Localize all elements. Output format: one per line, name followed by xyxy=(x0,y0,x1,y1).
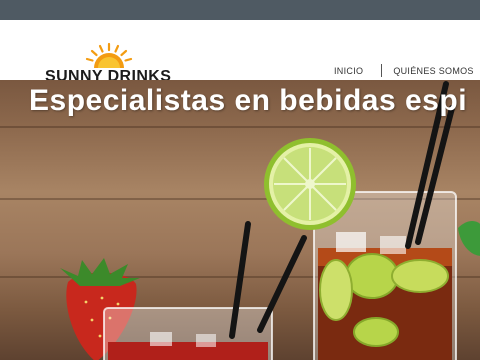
hero-drinks-illustration xyxy=(60,81,480,360)
sun-logo-icon xyxy=(85,42,133,68)
lime-slice-icon xyxy=(264,138,356,230)
top-bar xyxy=(0,0,480,20)
nav-link-quienes-somos[interactable]: QUIÉNES SOMOS xyxy=(393,66,473,76)
nav-divider xyxy=(381,64,383,77)
red-cocktail-glass-icon xyxy=(103,307,273,360)
mint-leaf-icon xyxy=(458,221,480,256)
nav-link-inicio[interactable]: INICIO xyxy=(334,66,363,76)
site-header: SUNNY DRINKS INICIO QUIÉNES SOMOS xyxy=(0,20,480,85)
main-nav: INICIO QUIÉNES SOMOS xyxy=(334,64,474,77)
hero-banner: Especialistas en bebidas espi xyxy=(0,80,480,360)
hero-title: Especialistas en bebidas espi xyxy=(29,84,468,117)
